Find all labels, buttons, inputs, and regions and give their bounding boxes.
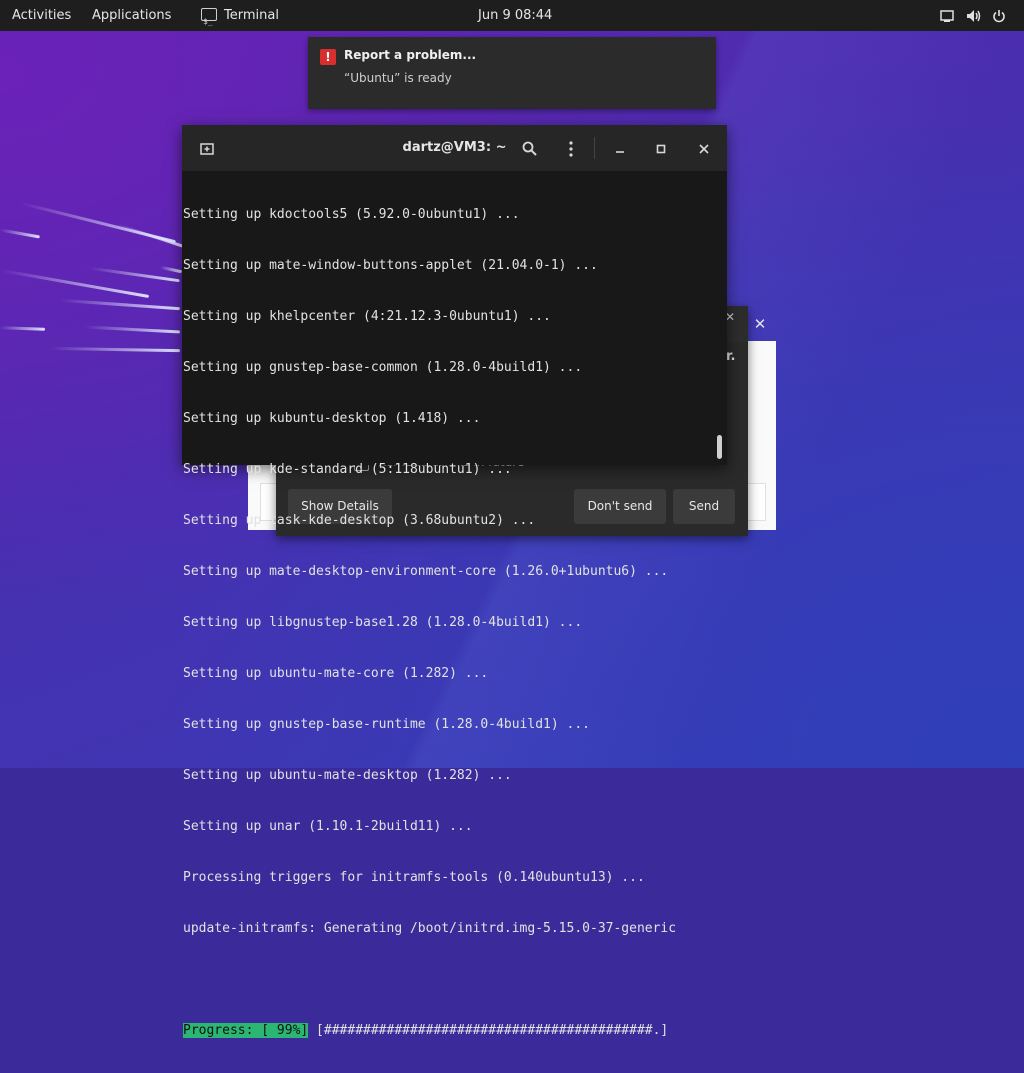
top-bar: Activities Applications Terminal Jun 9 0… — [0, 0, 1024, 37]
terminal-line: Setting up mate-window-buttons-applet (2… — [183, 258, 598, 273]
warning-icon: ! — [320, 49, 336, 65]
clock[interactable]: Jun 9 08:44 — [478, 0, 552, 31]
close-icon[interactable] — [689, 134, 719, 162]
terminal-line: Setting up ubuntu-mate-desktop (1.282) .… — [183, 768, 512, 783]
terminal-line: Setting up mate-desktop-environment-core… — [183, 564, 669, 579]
wallpaper-streak — [159, 265, 183, 274]
terminal-line: Setting up task-kde-desktop (3.68ubuntu2… — [183, 513, 536, 528]
wallpaper-streak — [0, 228, 40, 239]
terminal-scrollbar[interactable] — [717, 435, 722, 459]
notification-title: Report a problem... — [344, 48, 477, 62]
wallpaper-streak — [116, 223, 184, 248]
power-icon[interactable] — [992, 0, 1006, 31]
header-separator — [594, 137, 595, 159]
terminal-line: Setting up gnustep-base-runtime (1.28.0-… — [183, 717, 590, 732]
app-menu-label: Terminal — [224, 8, 279, 23]
search-icon[interactable] — [514, 134, 544, 162]
terminal-line: Setting up kdoctools5 (5.92.0-0ubuntu1) … — [183, 207, 520, 222]
terminal-window[interactable]: dartz@VM3: ~ Setting up kdoctools5 (5.92… — [182, 125, 727, 1038]
progress-line: Progress: [ 99%] [######################… — [183, 1022, 713, 1039]
progress-label: Progress: [ 99%] — [183, 1023, 309, 1038]
wallpaper-streak — [0, 326, 46, 331]
wallpaper-streak — [84, 325, 181, 334]
kebab-menu-icon[interactable] — [556, 134, 586, 162]
wallpaper-streak — [60, 298, 180, 311]
wallpaper-streak — [49, 346, 181, 353]
maximize-icon[interactable] — [646, 134, 676, 162]
applications-menu[interactable]: Applications — [92, 0, 171, 31]
network-icon[interactable] — [940, 0, 954, 31]
terminal-line: Setting up unar (1.10.1-2build11) ... — [183, 819, 473, 834]
terminal-line: Processing triggers for initramfs-tools … — [183, 870, 645, 885]
terminal-line: Setting up kde-standard (5:118ubuntu1) .… — [183, 462, 512, 477]
minimize-icon[interactable] — [605, 134, 635, 162]
terminal-line: Setting up kubuntu-desktop (1.418) ... — [183, 411, 481, 426]
activities-button[interactable]: Activities — [12, 0, 71, 31]
notification-body: “Ubuntu” is ready — [344, 71, 452, 85]
terminal-line: update-initramfs: Generating /boot/initr… — [183, 921, 677, 936]
progress-bar-text: [#######################################… — [308, 1023, 669, 1038]
notification-banner[interactable]: ! Report a problem... “Ubuntu” is ready — [308, 37, 716, 109]
terminal-line: Setting up gnustep-base-common (1.28.0-4… — [183, 360, 583, 375]
terminal-line: Setting up khelpcenter (4:21.12.3-0ubunt… — [183, 309, 551, 324]
volume-icon[interactable] — [966, 0, 982, 31]
terminal-app-icon — [201, 6, 217, 37]
close-icon[interactable]: ✕ — [748, 314, 772, 334]
terminal-line: Setting up ubuntu-mate-core (1.282) ... — [183, 666, 489, 681]
terminal-line: Setting up libgnustep-base1.28 (1.28.0-4… — [183, 615, 583, 630]
terminal-headerbar: dartz@VM3: ~ — [182, 125, 727, 171]
dialog-text-fragment: r. — [726, 349, 736, 364]
terminal-output[interactable]: Setting up kdoctools5 (5.92.0-0ubuntu1) … — [183, 172, 713, 1038]
app-menu-terminal[interactable]: Terminal — [201, 0, 279, 37]
